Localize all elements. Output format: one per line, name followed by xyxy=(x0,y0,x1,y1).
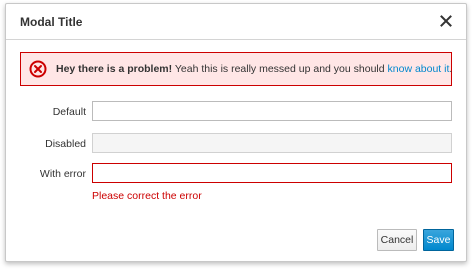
alert-strong-text: Hey there is a problem! xyxy=(56,63,173,75)
alert-message: Hey there is a problem! Yeah this is rea… xyxy=(56,63,452,75)
know-about-it-link[interactable]: know about it xyxy=(388,63,450,75)
save-button[interactable]: Save xyxy=(423,229,454,251)
error-circle-icon xyxy=(29,60,47,78)
disabled-label: Disabled xyxy=(45,138,86,150)
alert-trailing: . xyxy=(449,63,453,75)
modal-dialog: Modal Title Hey there is a problem! Yeah… xyxy=(5,3,467,262)
close-icon xyxy=(440,15,452,27)
with-error-label: With error xyxy=(39,168,86,180)
default-input[interactable] xyxy=(92,101,452,121)
close-button[interactable] xyxy=(438,13,454,29)
disabled-input xyxy=(92,133,452,153)
cancel-button[interactable]: Cancel xyxy=(377,229,417,251)
error-help-text: Please correct the error xyxy=(92,190,202,202)
default-label: Default xyxy=(52,106,86,118)
error-alert: Hey there is a problem! Yeah this is rea… xyxy=(20,52,452,86)
with-error-input[interactable] xyxy=(92,163,452,183)
modal-header: Modal Title xyxy=(6,4,466,40)
modal-title: Modal Title xyxy=(20,15,83,29)
alert-body-text: Yeah this is really messed up and you sh… xyxy=(172,63,388,75)
